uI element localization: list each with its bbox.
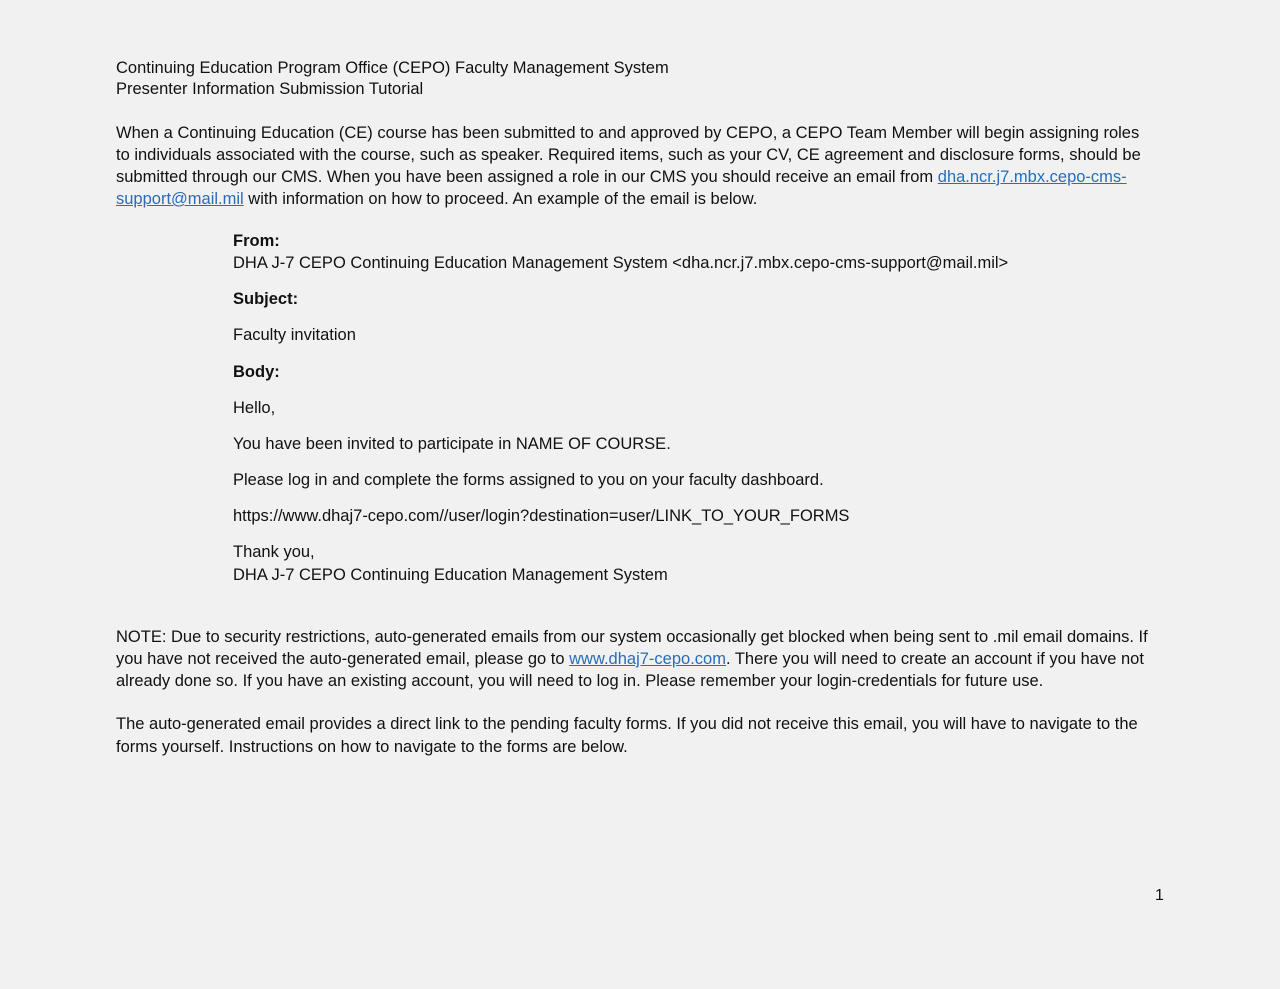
- intro-paragraph: When a Continuing Education (CE) course …: [116, 122, 1156, 210]
- email-signoff: Thank you,: [233, 543, 315, 561]
- document-subtitle: Presenter Information Submission Tutoria…: [116, 80, 424, 98]
- email-subject-value: Faculty invitation: [233, 326, 356, 344]
- email-link-line: https://www.dhaj7-cepo.com//user/login?d…: [233, 507, 850, 525]
- email-body-label: Body:: [233, 363, 280, 381]
- example-email: From: DHA J-7 CEPO Continuing Education …: [233, 230, 1133, 587]
- page-number: 1: [1155, 887, 1164, 904]
- auto-email-paragraph: The auto-generated email provides a dire…: [116, 715, 1138, 756]
- document-page: Continuing Education Program Office (CEP…: [116, 58, 1156, 210]
- email-greeting: Hello,: [233, 399, 276, 417]
- note-paragraph: NOTE: Due to security restrictions, auto…: [116, 626, 1156, 692]
- intro-text-after: with information on how to proceed. An e…: [243, 190, 758, 208]
- email-from-label: From:: [233, 232, 280, 250]
- email-invite-line: You have been invited to participate in …: [233, 435, 671, 453]
- site-link[interactable]: www.dhaj7-cepo.com: [569, 650, 726, 668]
- email-from-value: DHA J-7 CEPO Continuing Education Manage…: [233, 254, 1009, 272]
- email-subject-label: Subject:: [233, 290, 299, 308]
- note-text: NOTE: Due to security restrictions, auto…: [116, 626, 1156, 692]
- email-instruction-line: Please log in and complete the forms ass…: [233, 471, 824, 489]
- document-title: Continuing Education Program Office (CEP…: [116, 59, 669, 77]
- email-signature: DHA J-7 CEPO Continuing Education Manage…: [233, 566, 668, 584]
